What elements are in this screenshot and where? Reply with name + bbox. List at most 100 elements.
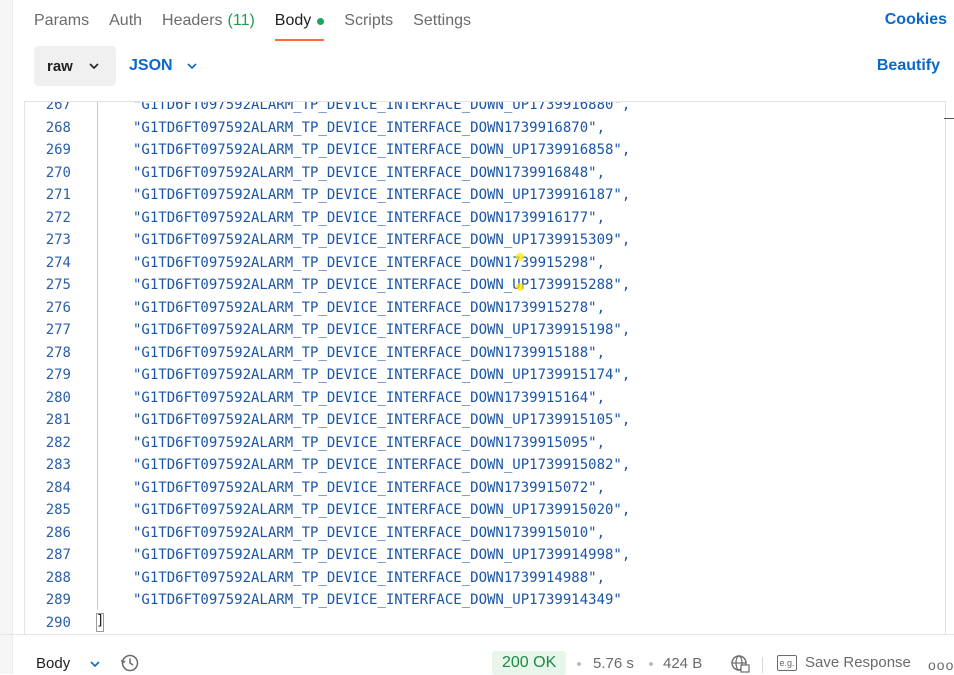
code-line: 279 "G1TD6FT097592ALARM_TP_DEVICE_INTERFA… <box>25 364 631 387</box>
line-number: 267 <box>45 101 71 114</box>
code-text: "G1TD6FT097592ALARM_TP_DEVICE_INTERFACE_… <box>133 502 631 519</box>
body-type-value: raw <box>47 57 73 75</box>
code-line: 281 "G1TD6FT097592ALARM_TP_DEVICE_INTERFA… <box>25 409 631 432</box>
code-text: "G1TD6FT097592ALARM_TP_DEVICE_INTERFACE_… <box>133 389 606 406</box>
code-text: "G1TD6FT097592ALARM_TP_DEVICE_INTERFACE_… <box>133 101 631 114</box>
body-modified-dot <box>317 17 325 25</box>
scroll-marker <box>944 118 954 119</box>
save-response-button[interactable]: e.g. Save Response <box>777 654 911 671</box>
save-response-label: Save Response <box>805 654 911 671</box>
code-line: 270 "G1TD6FT097592ALARM_TP_DEVICE_INTERFA… <box>25 162 630 185</box>
tab-body[interactable]: Body <box>274 0 325 42</box>
tab-label: Auth <box>109 12 143 29</box>
line-number: 271 <box>45 187 71 204</box>
tab-auth[interactable]: Auth <box>109 0 142 42</box>
code-line: 278 "G1TD6FT097592ALARM_TP_DEVICE_INTERFA… <box>25 342 630 365</box>
code-line: 285 "G1TD6FT097592ALARM_TP_DEVICE_INTERFA… <box>25 499 631 522</box>
globe-icon[interactable] <box>730 654 750 674</box>
chevron-down-icon <box>89 63 99 70</box>
code-line: 286 "G1TD6FT097592ALARM_TP_DEVICE_INTERFA… <box>25 522 630 545</box>
tab-headers[interactable]: Headers (11) <box>162 0 255 42</box>
tab-label: Params <box>34 12 90 29</box>
line-number: 287 <box>45 547 71 564</box>
more-icon[interactable]: ooo <box>928 657 954 673</box>
tab-label: Headers <box>162 12 223 29</box>
tab-label: Scripts <box>344 12 394 29</box>
code-text: "G1TD6FT097592ALARM_TP_DEVICE_INTERFACE_… <box>133 524 606 541</box>
response-time[interactable]: 5.76 s <box>593 655 634 672</box>
code-line: 289 "G1TD6FT097592ALARM_TP_DEVICE_INTERFA… <box>25 589 630 612</box>
line-number: 270 <box>45 164 71 181</box>
line-number: 278 <box>45 344 71 361</box>
status-badge[interactable]: 200 OK <box>492 651 567 675</box>
code-line: 273 "G1TD6FT097592ALARM_TP_DEVICE_INTERFA… <box>25 229 631 252</box>
code-line: 287 "G1TD6FT097592ALARM_TP_DEVICE_INTERFA… <box>25 544 631 567</box>
separator-dot <box>577 662 581 666</box>
code-line: 277 "G1TD6FT097592ALARM_TP_DEVICE_INTERFA… <box>25 319 631 342</box>
tab-params[interactable]: Params <box>34 0 89 42</box>
code-line: 288 "G1TD6FT097592ALARM_TP_DEVICE_INTERFA… <box>25 567 630 590</box>
code-text: "G1TD6FT097592ALARM_TP_DEVICE_INTERFACE_… <box>133 592 622 609</box>
line-number: 290 <box>45 614 71 631</box>
code-text: "G1TD6FT097592ALARM_TP_DEVICE_INTERFACE_… <box>133 232 631 249</box>
code-line: 272 "G1TD6FT097592ALARM_TP_DEVICE_INTERFA… <box>25 207 630 230</box>
code-text: "G1TD6FT097592ALARM_TP_DEVICE_INTERFACE_… <box>133 479 606 496</box>
line-number: 281 <box>45 412 71 429</box>
response-size[interactable]: 424 B <box>663 655 702 672</box>
code-text: "G1TD6FT097592ALARM_TP_DEVICE_INTERFACE_… <box>133 344 606 361</box>
code-text: "G1TD6FT097592ALARM_TP_DEVICE_INTERFACE_… <box>133 547 631 564</box>
code-text: "G1TD6FT097592ALARM_TP_DEVICE_INTERFACE_… <box>133 412 631 429</box>
line-number: 277 <box>45 322 71 339</box>
line-number: 276 <box>45 299 71 316</box>
line-number: 280 <box>45 389 71 406</box>
code-text: "G1TD6FT097592ALARM_TP_DEVICE_INTERFACE_… <box>133 187 631 204</box>
line-number: 289 <box>45 592 71 609</box>
code-line: 274 "G1TD6FT097592ALARM_TP_DEVICE_INTERFA… <box>25 252 630 275</box>
response-body-select[interactable]: Body <box>36 655 102 672</box>
tab-settings[interactable]: Settings <box>413 0 471 42</box>
tab-label: Body <box>274 12 312 29</box>
line-number: 275 <box>45 277 71 294</box>
separator-dot <box>649 662 653 666</box>
closing-bracket: ] <box>96 613 105 629</box>
code-text: "G1TD6FT097592ALARM_TP_DEVICE_INTERFACE_… <box>133 367 631 384</box>
code-text: "G1TD6FT097592ALARM_TP_DEVICE_INTERFACE_… <box>133 277 631 294</box>
line-number: 268 <box>45 119 71 136</box>
beautify-button[interactable]: Beautify <box>877 57 940 75</box>
code-text: "G1TD6FT097592ALARM_TP_DEVICE_INTERFACE_… <box>133 254 606 271</box>
code-line: 280 "G1TD6FT097592ALARM_TP_DEVICE_INTERFA… <box>25 387 630 410</box>
code-editor[interactable]: 267 "G1TD6FT097592ALARM_TP_DEVICE_INTERFA… <box>24 101 946 634</box>
response-footer: Body 200 OK 5.76 s 424 B e.g. Save Respo… <box>0 634 954 675</box>
chevron-down-icon <box>187 63 197 70</box>
code-text: "G1TD6FT097592ALARM_TP_DEVICE_INTERFACE_… <box>133 164 606 181</box>
response-body-label: Body <box>36 655 71 672</box>
save-response-icon: e.g. <box>777 654 797 671</box>
line-number: 273 <box>45 232 71 249</box>
line-number: 274 <box>45 254 71 271</box>
tab-scripts[interactable]: Scripts <box>344 0 393 42</box>
code-text: "G1TD6FT097592ALARM_TP_DEVICE_INTERFACE_… <box>133 119 606 136</box>
code-line: 282 "G1TD6FT097592ALARM_TP_DEVICE_INTERFA… <box>25 432 630 455</box>
cookies-link[interactable]: Cookies <box>885 11 947 29</box>
code-text: "G1TD6FT097592ALARM_TP_DEVICE_INTERFACE_… <box>133 142 631 159</box>
code-line: 283 "G1TD6FT097592ALARM_TP_DEVICE_INTERFA… <box>25 454 631 477</box>
history-icon[interactable] <box>120 653 140 673</box>
chevron-down-icon <box>90 660 100 667</box>
line-number: 286 <box>45 524 71 541</box>
request-tabs: Params Auth Headers (11) Body Scripts Set… <box>34 0 491 42</box>
code-line: 284 "G1TD6FT097592ALARM_TP_DEVICE_INTERFA… <box>25 477 630 500</box>
cursor-highlight <box>516 253 524 261</box>
code-line: 269 "G1TD6FT097592ALARM_TP_DEVICE_INTERFA… <box>25 139 631 162</box>
line-number: 272 <box>45 209 71 226</box>
body-type-select[interactable]: raw <box>34 46 116 86</box>
code-line: 267 "G1TD6FT097592ALARM_TP_DEVICE_INTERFA… <box>25 101 631 117</box>
headers-count-badge: (11) <box>227 12 255 29</box>
line-number: 269 <box>45 142 71 159</box>
code-text: "G1TD6FT097592ALARM_TP_DEVICE_INTERFACE_… <box>133 457 631 474</box>
left-sidebar-edge <box>0 0 13 674</box>
line-number: 288 <box>45 569 71 586</box>
divider <box>762 657 763 673</box>
code-text: "G1TD6FT097592ALARM_TP_DEVICE_INTERFACE_… <box>133 322 631 339</box>
language-select[interactable]: JSON <box>129 57 199 75</box>
code-line: 271 "G1TD6FT097592ALARM_TP_DEVICE_INTERFA… <box>25 184 631 207</box>
